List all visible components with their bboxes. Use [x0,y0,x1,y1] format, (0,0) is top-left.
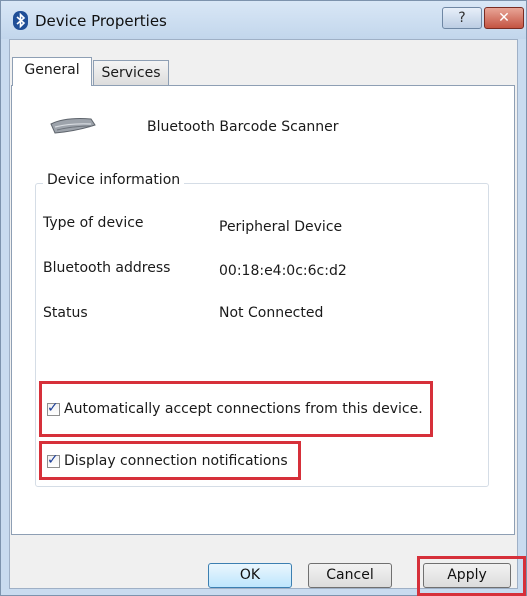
device-information-legend: Device information [43,172,185,188]
type-of-device-label: Type of device [43,215,144,231]
tab-general[interactable]: General [12,57,92,86]
keyboard-scanner-icon [47,115,99,137]
auto-accept-highlight-box [39,381,433,437]
close-button[interactable]: ✕ [484,7,524,29]
bluetooth-icon [13,11,28,30]
title-bar[interactable]: Device Properties ? ✕ [1,1,526,39]
ok-button[interactable]: OK [208,563,292,588]
tab-services[interactable]: Services [93,60,169,86]
window-title: Device Properties [35,12,167,30]
cancel-button[interactable]: Cancel [308,563,392,588]
help-button[interactable]: ? [442,7,482,29]
device-properties-window: Device Properties ? ✕ General Services B… [0,0,527,596]
notifications-highlight-box [39,441,301,480]
apply-highlight-box [417,556,526,596]
bluetooth-address-value: 00:18:e4:0c:6c:d2 [219,263,347,279]
status-value: Not Connected [219,305,324,321]
type-of-device-value: Peripheral Device [219,219,343,235]
status-label: Status [43,305,88,321]
bluetooth-address-label: Bluetooth address [43,260,171,276]
device-name: Bluetooth Barcode Scanner [147,119,339,135]
